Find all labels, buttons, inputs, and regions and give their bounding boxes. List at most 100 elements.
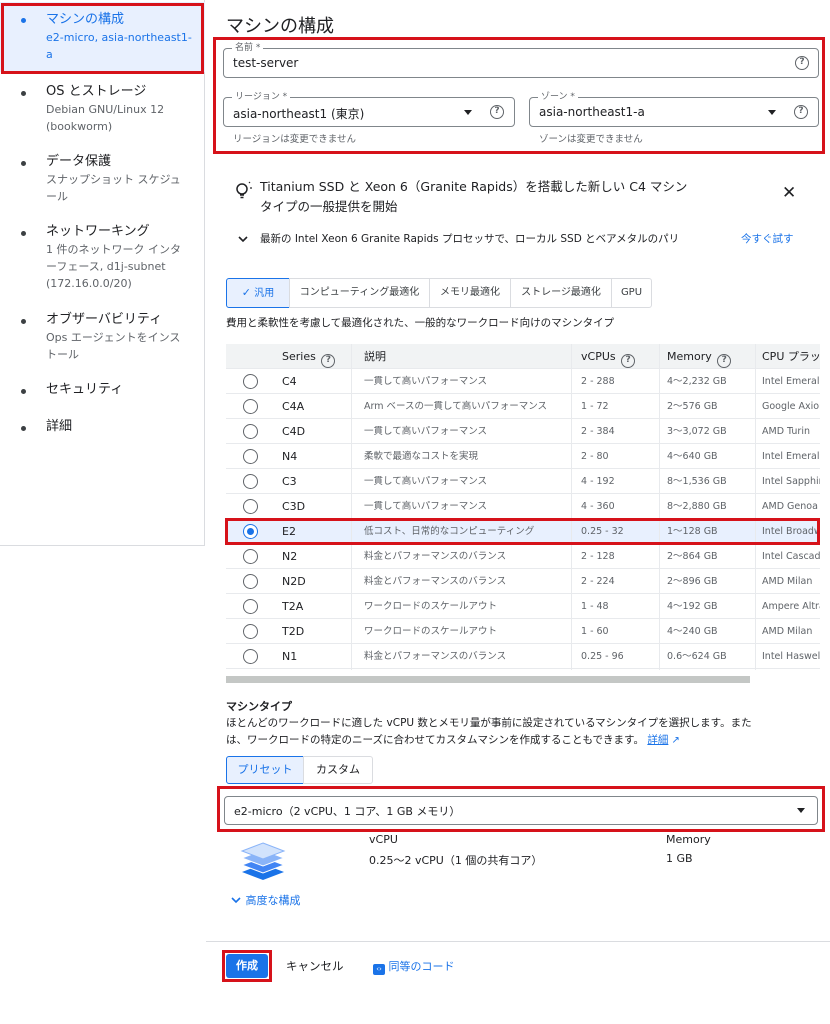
chevron-down-icon[interactable]: [237, 234, 249, 244]
zone-select-value: asia-northeast1-a: [539, 105, 645, 119]
sidebar-item-data-protection[interactable]: データ保護 スナップショット スケジュール: [0, 152, 205, 205]
memory-cell: 2～576 GB: [667, 401, 718, 412]
memory-cell: 8～2,880 GB: [667, 501, 727, 512]
sidebar-item-networking[interactable]: ネットワーキング 1 件のネットワーク インターフェース, d1j-subnet…: [0, 222, 205, 292]
chevron-down-icon[interactable]: [768, 110, 776, 115]
machine-type-select-value: e2-micro（2 vCPU、1 コア、1 GB メモリ）: [234, 805, 461, 818]
table-row[interactable]: C4D 一貫して高いパフォーマンス 2 - 384 3～3,072 GB AMD Tur…: [226, 419, 820, 444]
vcpus-cell: 4 - 192: [581, 476, 615, 487]
column-header-vcpus[interactable]: vCPUs ?: [581, 344, 661, 369]
zone-select[interactable]: ゾーン * asia-northeast1-a ?: [529, 91, 819, 127]
help-icon[interactable]: ?: [490, 105, 504, 119]
table-row[interactable]: T2D ワークロードのスケールアウト 1 - 60 4～240 GB AMD Milan: [226, 619, 820, 644]
sidebar-item-subtitle: Debian GNU/Linux 12 (bookworm): [46, 103, 165, 133]
tab-label: 汎用: [254, 288, 275, 299]
series-radio[interactable]: [243, 474, 258, 489]
memory-cell: 8～1,536 GB: [667, 476, 727, 487]
table-row[interactable]: E2 低コスト、日常的なコンピューティング 0.25 - 32 1～128 GB Int…: [226, 519, 820, 544]
series-radio[interactable]: [243, 599, 258, 614]
cpu-platform-cell: Intel Broadw: [762, 526, 820, 537]
description-cell: 料金とパフォーマンスのバランス: [364, 651, 507, 662]
create-button[interactable]: 作成: [226, 954, 268, 978]
series-radio[interactable]: [243, 574, 258, 589]
name-field[interactable]: 名前 * test-server ?: [223, 42, 819, 78]
sidebar-item-machine-config[interactable]: マシンの構成 e2-micro, asia-northeast1-a: [0, 2, 205, 72]
sidebar-item-observability[interactable]: オブザーバビリティ Ops エージェントをインストール: [0, 310, 205, 363]
help-icon[interactable]: ?: [794, 105, 808, 119]
series-radio[interactable]: [243, 649, 258, 664]
series-radio[interactable]: [243, 449, 258, 464]
advanced-config-toggle[interactable]: 高度な構成: [230, 892, 301, 908]
chevron-down-icon[interactable]: [464, 110, 472, 115]
column-divider: [571, 344, 572, 670]
vcpus-cell: 2 - 384: [581, 426, 615, 437]
description-cell: 一貫して高いパフォーマンス: [364, 501, 488, 512]
cpu-platform-cell: Intel Emerald: [762, 376, 820, 387]
tab-compute-optimized[interactable]: コンピューティング最適化: [289, 278, 430, 308]
series-radio[interactable]: [243, 524, 258, 539]
series-cell: C3: [282, 475, 297, 488]
series-radio[interactable]: [243, 424, 258, 439]
equivalent-code-button[interactable]: ‹› 同等のコード: [373, 958, 455, 975]
column-header-label: vCPUs: [581, 350, 616, 363]
series-radio[interactable]: [243, 374, 258, 389]
try-now-link[interactable]: 今すぐ試す: [741, 231, 794, 246]
memory-cell: 4～240 GB: [667, 626, 718, 637]
tab-general-purpose[interactable]: ✓ 汎用: [226, 278, 290, 308]
tab-memory-optimized[interactable]: メモリ最適化: [429, 278, 511, 308]
column-header-series[interactable]: Series ?: [282, 344, 352, 369]
sidebar-item-details[interactable]: 詳細: [0, 417, 205, 436]
sidebar-item-security[interactable]: セキュリティ: [0, 380, 205, 399]
column-header-memory[interactable]: Memory ?: [667, 344, 757, 369]
description-line2-text: は、ワークロードの特定のニーズに合わせてカスタムマシンを作成することもできます。: [226, 734, 645, 746]
table-row[interactable]: N4 柔軟で最適なコストを実現 2 - 80 4～640 GB Intel Emeral…: [226, 444, 820, 469]
table-row[interactable]: N1 料金とパフォーマンスのバランス 0.25 - 96 0.6～624 GB Inte…: [226, 644, 820, 669]
series-radio[interactable]: [243, 624, 258, 639]
help-icon[interactable]: ?: [795, 56, 809, 70]
series-radio[interactable]: [243, 549, 258, 564]
table-row[interactable]: T2A ワークロードのスケールアウト 1 - 48 4～192 GB Ampere Al…: [226, 594, 820, 619]
vcpus-cell: 1 - 60: [581, 626, 609, 637]
series-radio[interactable]: [243, 399, 258, 414]
vcpu-value: 0.25～2 vCPU（1 個の共有コア）: [369, 854, 543, 867]
help-icon[interactable]: ?: [621, 354, 636, 368]
check-icon: ✓: [241, 286, 252, 299]
banner-title-line2: タイプの一般提供を開始: [260, 199, 398, 214]
series-cell: C3D: [282, 500, 306, 513]
column-header-cpu-platform: CPU プラッ: [762, 350, 820, 363]
external-link-icon[interactable]: ↗: [668, 735, 680, 746]
banner-title: Titanium SSD と Xeon 6（Granite Rapids）を搭載…: [260, 177, 687, 217]
series-cell: N1: [282, 650, 298, 663]
table-row[interactable]: C4A Arm ベースの一貫して高いパフォーマンス 1 - 72 2～576 GB Go…: [226, 394, 820, 419]
region-select[interactable]: リージョン * asia-northeast1 (東京) ?: [223, 91, 515, 127]
table-row[interactable]: N2D 料金とパフォーマンスのバランス 2 - 224 2～896 GB AMD Mil…: [226, 569, 820, 594]
table-row[interactable]: N2 料金とパフォーマンスのバランス 2 - 128 2～864 GB Intel Ca…: [226, 544, 820, 569]
memory-cell: 2～864 GB: [667, 551, 718, 562]
help-icon[interactable]: ?: [321, 354, 336, 368]
table-row[interactable]: C4 一貫して高いパフォーマンス 2 - 288 4～2,232 GB Intel Em…: [226, 369, 820, 394]
series-radio[interactable]: [243, 499, 258, 514]
tab-storage-optimized[interactable]: ストレージ最適化: [510, 278, 612, 308]
details-link[interactable]: 詳細: [647, 734, 668, 746]
horizontal-scrollbar-thumb[interactable]: [226, 676, 750, 683]
help-icon[interactable]: ?: [717, 354, 732, 368]
vcpus-cell: 2 - 288: [581, 376, 615, 387]
cancel-button[interactable]: キャンセル: [286, 958, 344, 974]
footer-divider: [206, 941, 830, 942]
machine-type-select[interactable]: e2-micro（2 vCPU、1 コア、1 GB メモリ）: [224, 796, 818, 825]
description-cell: ワークロードのスケールアウト: [364, 626, 498, 637]
chevron-down-icon[interactable]: [797, 808, 805, 813]
table-row[interactable]: C3D 一貫して高いパフォーマンス 4 - 360 8～2,880 GB AMD Gen…: [226, 494, 820, 519]
sidebar: マシンの構成 e2-micro, asia-northeast1-a OS とス…: [0, 0, 205, 546]
tab-custom[interactable]: カスタム: [303, 756, 373, 784]
column-header-label: Series: [282, 350, 316, 363]
series-cell: C4D: [282, 425, 306, 438]
tab-preset[interactable]: プリセット: [226, 756, 304, 784]
name-input[interactable]: test-server: [233, 56, 298, 70]
tab-gpu[interactable]: GPU: [611, 278, 652, 308]
close-icon[interactable]: ✕: [782, 183, 796, 203]
sidebar-item-title: 詳細: [46, 419, 73, 434]
tab-description: 費用と柔軟性を考慮して最適化された、一般的なワークロード向けのマシンタイプ: [226, 317, 615, 329]
sidebar-item-os-storage[interactable]: OS とストレージ Debian GNU/Linux 12 (bookworm): [0, 82, 205, 135]
table-row[interactable]: C3 一貫して高いパフォーマンス 4 - 192 8～1,536 GB Intel Sa…: [226, 469, 820, 494]
